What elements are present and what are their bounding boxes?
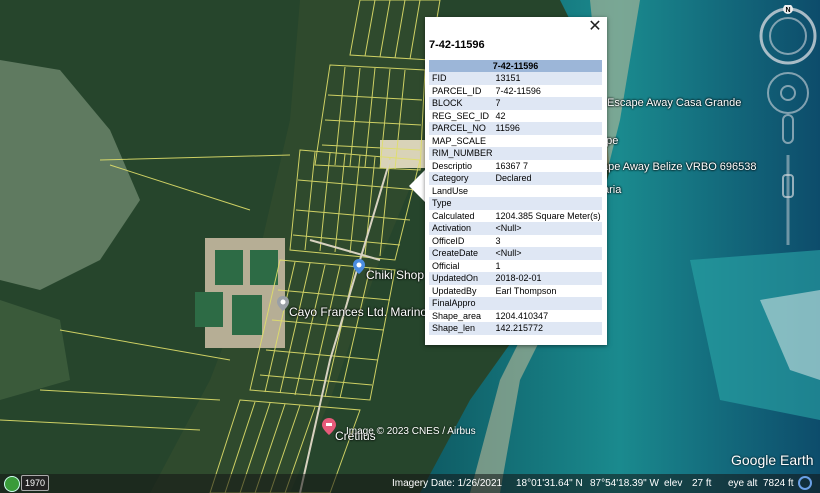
attr-key: Shape_area [432, 310, 482, 321]
table-row: UpdatedBy Earl Thompson [429, 285, 602, 298]
table-row: BLOCK 7 [429, 97, 602, 110]
streaming-progress-icon [798, 476, 812, 490]
status-bar: Imagery Date: 1/26/2021 18°01'31.64" N 8… [0, 474, 820, 493]
place-label-cayo-frances[interactable]: Cayo Frances Ltd. Marinos T [289, 305, 444, 319]
table-row: FinalAppro [429, 297, 602, 310]
zoom-slider[interactable] [782, 155, 794, 245]
table-row: Calculated 1204.385 Square Meter(s) [429, 210, 602, 223]
place-label-escape-away[interactable]: Escape Away Casa Grande [607, 97, 741, 109]
place-pin-icon[interactable] [277, 296, 289, 311]
historical-year-box[interactable]: 1970 [21, 475, 49, 491]
imagery-attribution: Image © 2023 CNES / Airbus [346, 426, 476, 437]
popup-pointer [409, 170, 425, 202]
attr-key: FinalAppro [429, 297, 493, 310]
attr-key: PARCEL_NO [429, 122, 493, 135]
attribute-table: 7-42-11596 FID 13151 PARCEL_ID 7-42-11596 … [429, 60, 602, 335]
table-row: UpdatedOn 2018-02-01 [429, 272, 602, 285]
attr-value: 16367 7 [495, 160, 529, 171]
imagery-date: Imagery Date: 1/26/2021 [392, 478, 503, 489]
attr-key: Calculated [432, 210, 475, 221]
satellite-map[interactable] [0, 0, 820, 493]
popup-title: 7-42-11596 [429, 39, 485, 51]
attr-value: 3 [495, 235, 501, 246]
attr-key: Type [429, 197, 493, 210]
close-icon[interactable]: ✕ [587, 19, 603, 35]
attr-value: 7-42-11596 [495, 85, 541, 96]
longitude-readout: 87°54'18.39" W [590, 478, 659, 489]
attr-value: 7 [492, 97, 602, 110]
attr-value: 2018-02-01 [492, 272, 602, 285]
table-row: REG_SEC_ID 42 [429, 110, 602, 123]
attr-key: MAP_SCALE [432, 135, 487, 146]
table-row: PARCEL_ID 7-42-11596 [429, 85, 602, 98]
attr-value: 13151 [492, 72, 602, 85]
attr-key: LandUse [432, 185, 469, 196]
table-row: FID 13151 [429, 72, 602, 85]
eye-alt-label: eye alt [728, 478, 758, 489]
attr-key: PARCEL_ID [432, 85, 482, 96]
eye-alt-value: 7824 ft [763, 478, 794, 489]
elevation-label: elev [664, 478, 683, 489]
attr-value: <Null> [492, 247, 602, 260]
table-row: CreateDate <Null> [429, 247, 602, 260]
table-row: PARCEL_NO 11596 [429, 122, 602, 135]
historical-imagery-icon[interactable] [4, 476, 20, 492]
attr-key: REG_SEC_ID [432, 110, 490, 121]
attr-value: 1204.410347 [495, 310, 549, 321]
table-row: Shape_len 142.215772 [429, 322, 602, 335]
attr-key: FID [429, 72, 493, 85]
attr-key: Shape_len [429, 322, 493, 335]
place-label-chiki-shop[interactable]: Chiki Shop [366, 268, 424, 282]
table-row: Shape_area 1204.410347 [429, 310, 602, 323]
attr-key: BLOCK [429, 97, 493, 110]
place-label-escape-vrbo[interactable]: ape Away Belize VRBO 696538 [602, 161, 757, 173]
attr-value: 1204.385 Square Meter(s) [495, 210, 601, 221]
hotel-pin-icon[interactable] [322, 418, 336, 435]
elevation-value: 27 ft [692, 478, 712, 489]
attr-key: CreateDate [429, 247, 493, 260]
attr-value: 142.215772 [492, 322, 602, 335]
move-joystick-icon[interactable] [782, 114, 794, 144]
compass-ring-icon[interactable]: N [759, 5, 817, 65]
attr-value [492, 297, 602, 310]
table-row: LandUse [429, 185, 602, 198]
parcel-info-popup: ✕ 7-42-11596 7-42-11596 FID 13151 PARCEL_… [425, 17, 607, 345]
look-joystick-icon[interactable] [767, 72, 809, 114]
table-row: Category Declared [429, 172, 602, 185]
shop-pin-icon[interactable] [353, 259, 365, 274]
attr-key: OfficeID [432, 235, 465, 246]
table-row: Official 1 [429, 260, 602, 273]
table-row: MAP_SCALE [429, 135, 602, 148]
attr-key: Category [429, 172, 493, 185]
latitude-readout: 18°01'31.64" N [516, 478, 583, 489]
attr-key: Activation [429, 222, 493, 235]
attr-key: UpdatedBy [432, 285, 477, 296]
attr-key: Descriptio [432, 160, 473, 171]
attr-key: Official [432, 260, 460, 271]
attr-key: RIM_NUMBER [429, 147, 493, 160]
table-row: Descriptio 16367 7 [429, 160, 602, 173]
attr-value [492, 147, 602, 160]
attr-value: 42 [495, 110, 506, 121]
table-row: OfficeID 3 [429, 235, 602, 248]
attr-value: 1 [495, 260, 501, 271]
attr-value [492, 197, 602, 210]
table-row: Activation <Null> [429, 222, 602, 235]
table-header: 7-42-11596 [429, 60, 602, 72]
table-row: Type [429, 197, 602, 210]
attr-value: Declared [492, 172, 602, 185]
attr-value: <Null> [492, 222, 602, 235]
attr-value [493, 185, 602, 198]
compass-north-label: N [785, 7, 790, 14]
navigation-controls: N [759, 5, 817, 245]
attr-key: UpdatedOn [429, 272, 493, 285]
attr-value [493, 135, 602, 148]
attr-value: Earl Thompson [495, 285, 557, 296]
google-earth-logo: Google Earth [731, 452, 814, 468]
attr-value: 11596 [492, 122, 602, 135]
table-row: RIM_NUMBER [429, 147, 602, 160]
